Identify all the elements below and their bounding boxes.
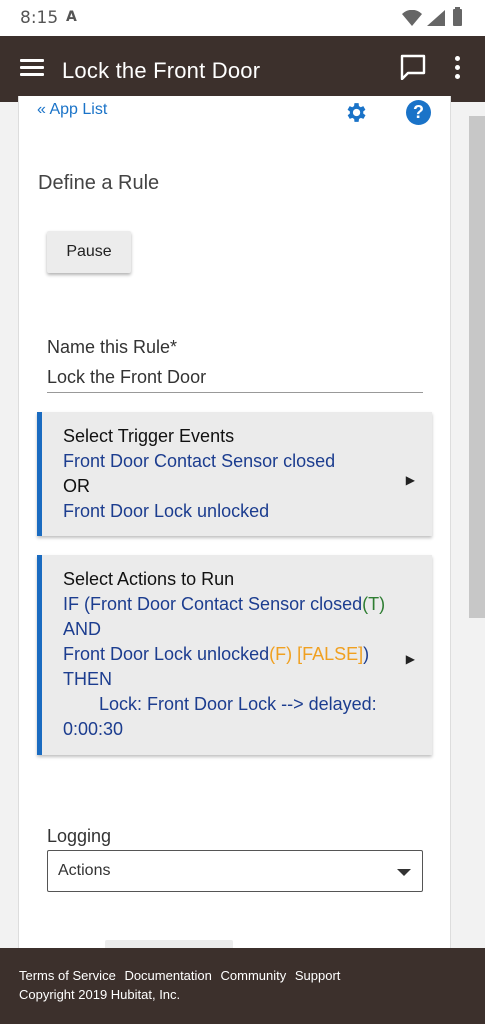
trigger-line: Front Door Lock unlocked	[63, 501, 270, 521]
status-time: 8:15	[20, 8, 59, 28]
action-step: Lock: Front Door Lock --> delayed:	[99, 694, 377, 714]
dropdown-caret-icon	[397, 869, 411, 876]
more-options-icon[interactable]	[453, 56, 461, 80]
app-bar: Lock the Front Door	[0, 36, 485, 102]
action-operator: AND	[63, 619, 102, 639]
trigger-events-heading: Select Trigger Events	[63, 426, 235, 446]
action-if-line: IF (Front Door Contact Sensor closed(T)	[63, 592, 432, 617]
documentation-link[interactable]: Documentation	[124, 968, 211, 983]
condition-true-state: (T)	[362, 594, 386, 614]
expand-arrow-icon[interactable]: ▶	[406, 468, 415, 493]
signal-icon	[427, 10, 445, 26]
help-icon[interactable]: ?	[406, 100, 431, 125]
community-link[interactable]: Community	[221, 968, 287, 983]
action-lock-line: Front Door Lock unlocked(F) [FALSE])	[63, 642, 432, 667]
section-heading: Define a Rule	[38, 172, 160, 194]
trigger-operator: OR	[63, 476, 90, 496]
logging-selected-value: Actions	[58, 862, 111, 879]
expand-arrow-icon[interactable]: ▶	[406, 647, 415, 672]
notification-a-icon: A	[66, 9, 77, 25]
status-bar: 8:15 A	[0, 0, 485, 36]
action-then: THEN	[63, 669, 112, 689]
pause-button[interactable]: Pause	[47, 231, 131, 273]
logging-select[interactable]: Actions	[47, 850, 423, 892]
menu-icon[interactable]	[20, 59, 44, 79]
terms-link[interactable]: Terms of Service	[19, 968, 116, 983]
condition-false-state: (F) [FALSE]	[269, 644, 364, 664]
gear-icon[interactable]	[343, 100, 368, 125]
wifi-icon	[402, 10, 422, 26]
rule-name-input[interactable]	[47, 363, 423, 393]
footer-links: Terms of Service Documentation Community…	[19, 968, 485, 983]
page-title: Lock the Front Door	[62, 58, 261, 83]
copyright: Copyright 2019 Hubitat, Inc.	[19, 987, 181, 1002]
footer: Terms of Service Documentation Community…	[0, 948, 485, 1024]
rule-name-label: Name this Rule*	[47, 337, 178, 357]
trigger-events-section[interactable]: Select Trigger Events Front Door Contact…	[37, 412, 432, 536]
support-link[interactable]: Support	[295, 968, 341, 983]
chat-icon[interactable]	[400, 54, 426, 80]
action-step-delay: 0:00:30	[63, 719, 124, 739]
actions-section[interactable]: Select Actions to Run IF (Front Door Con…	[37, 555, 432, 755]
battery-icon	[453, 7, 462, 26]
action-condition: IF (Front Door Contact Sensor closed	[63, 594, 363, 614]
app-list-link[interactable]: « App List	[37, 101, 107, 119]
close-paren: )	[363, 644, 370, 664]
scrollbar-thumb[interactable]	[469, 116, 485, 618]
trigger-line: Front Door Contact Sensor closed	[63, 451, 336, 471]
actions-heading: Select Actions to Run	[63, 569, 235, 589]
logging-label: Logging	[47, 826, 112, 846]
action-condition: Front Door Lock unlocked	[63, 644, 270, 664]
